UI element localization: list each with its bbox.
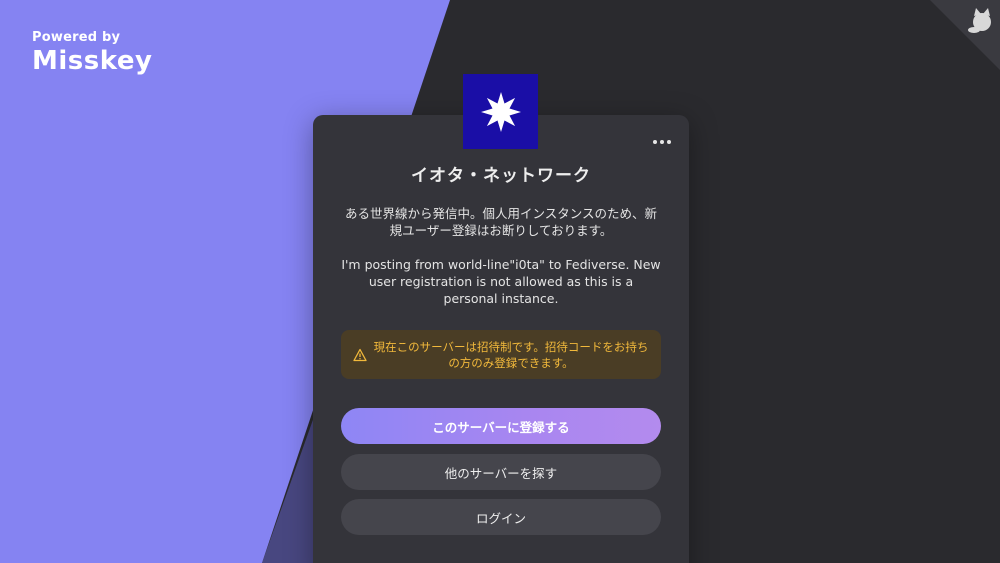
instance-icon xyxy=(463,74,538,149)
register-button[interactable]: このサーバーに登録する xyxy=(341,408,661,444)
instance-description: ある世界線から発信中。個人用インスタンスのため、新規ユーザー登録はお断りしており… xyxy=(341,205,661,324)
powered-by-misskey[interactable]: Powered by Misskey xyxy=(32,30,152,77)
corner-link[interactable] xyxy=(930,0,1000,70)
eight-point-star-icon xyxy=(480,91,521,132)
cat-logo-icon xyxy=(930,0,1000,70)
misskey-logo: Misskey xyxy=(32,46,153,76)
login-button[interactable]: ログイン xyxy=(341,499,661,535)
more-button[interactable] xyxy=(649,129,675,155)
powered-by-label: Powered by xyxy=(32,30,121,45)
more-dot xyxy=(667,140,671,144)
more-dots-icon xyxy=(653,140,657,144)
description-en: I'm posting from world-line"i0ta" to Fed… xyxy=(341,257,661,306)
description-ja: ある世界線から発信中。個人用インスタンスのため、新規ユーザー登録はお断りしており… xyxy=(344,206,657,238)
warning-text: 現在このサーバーは招待制です。招待コードをお持ちの方のみ登録できます。 xyxy=(373,339,649,370)
warning-triangle-icon xyxy=(353,348,367,361)
invite-only-warning: 現在このサーバーは招待制です。招待コードをお持ちの方のみ登録できます。 xyxy=(341,330,661,379)
more-dot xyxy=(660,140,664,144)
page: Powered by Misskey イオタ・ネットワーク ある世界線から発信中… xyxy=(0,0,1000,563)
instance-name: イオタ・ネットワーク xyxy=(411,166,591,186)
instance-card: イオタ・ネットワーク ある世界線から発信中。個人用インスタンスのため、新規ユーザ… xyxy=(313,115,689,563)
find-other-server-button[interactable]: 他のサーバーを探す xyxy=(341,454,661,490)
